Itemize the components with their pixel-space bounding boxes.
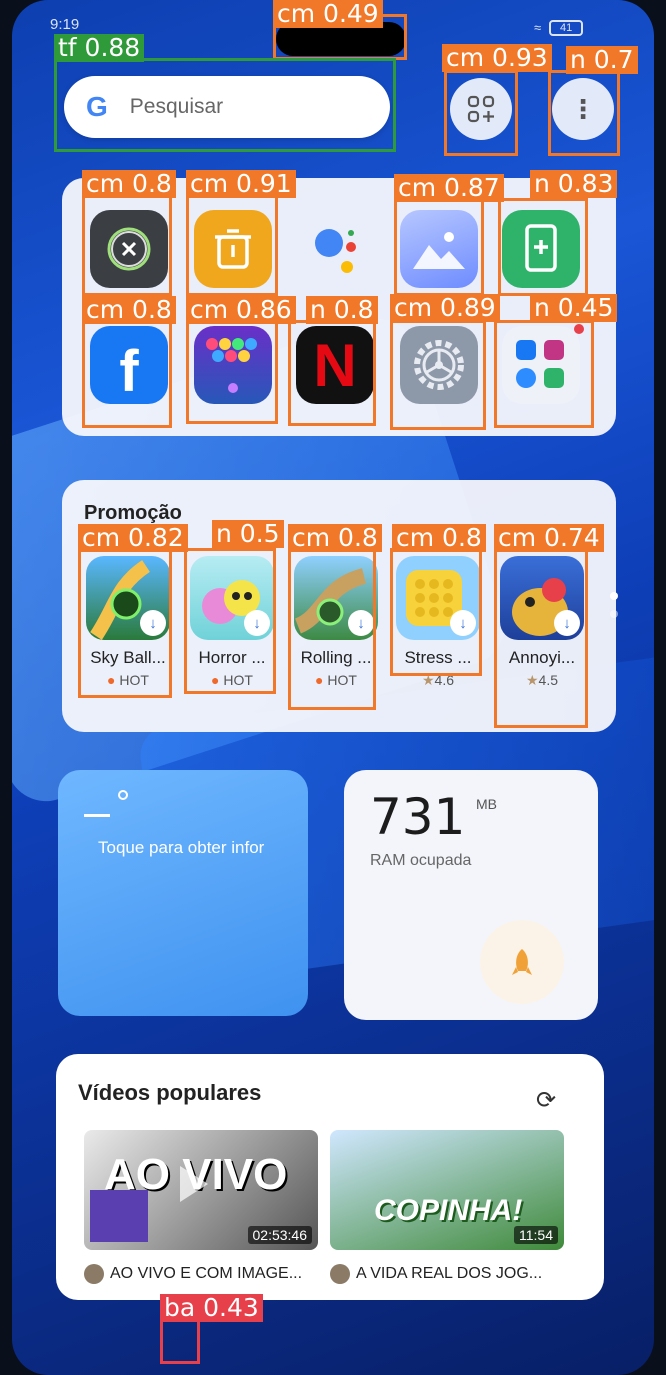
gear-icon <box>414 340 464 390</box>
weather-widget[interactable]: Toque para obter infor <box>58 770 308 1016</box>
promo-item-name: Horror ... <box>198 648 266 667</box>
promo-item-sub: ● HOT <box>315 672 357 688</box>
ram-unit: MB <box>476 796 497 812</box>
star-icon: ★ <box>525 672 539 688</box>
download-icon[interactable]: ↓ <box>244 610 270 636</box>
videos-title: Vídeos populares <box>78 1080 262 1105</box>
app-bubble-shooter[interactable] <box>194 326 272 404</box>
folder-icon <box>516 340 564 388</box>
image-icon <box>413 232 465 269</box>
annoying-icon: ↓ <box>500 556 584 640</box>
phone-plus-icon <box>525 224 557 272</box>
channel-avatar <box>330 1264 350 1284</box>
video-caption[interactable]: AO VIVO E COM IMAGE... <box>84 1264 302 1284</box>
boost-button[interactable] <box>480 920 564 1004</box>
battery-icon: 41 <box>549 20 584 36</box>
google-icon: G <box>86 91 108 122</box>
bubbles-icon <box>206 338 257 393</box>
app-social-folder[interactable] <box>502 324 584 404</box>
download-icon[interactable]: ↓ <box>450 610 476 636</box>
rolling-icon: ↓ <box>294 556 378 640</box>
fire-icon: ● <box>107 672 116 688</box>
status-time: 9:19 <box>50 16 80 33</box>
promo-item[interactable]: ↓ Horror ... ● HOT <box>190 556 274 688</box>
facebook-icon: f <box>119 338 139 404</box>
channel-logo <box>90 1190 148 1242</box>
app-trash[interactable] <box>194 210 272 288</box>
notification-dot-icon <box>574 324 584 334</box>
degree-icon <box>118 790 128 800</box>
assistant-icon <box>315 229 356 273</box>
video-duration: 02:53:46 <box>247 1226 312 1244</box>
ram-value: 731 <box>370 788 466 846</box>
page-indicator-dot <box>610 610 618 618</box>
wifi-icon: ≈ <box>534 20 542 35</box>
thumbnail-text: COPINHA! <box>374 1194 523 1227</box>
dash-icon <box>84 814 110 817</box>
promo-item-sub: ★4.5 <box>525 672 559 688</box>
promo-item[interactable]: ↓ Annoyi... ★4.5 <box>500 556 584 689</box>
promo-item-sub: ● HOT <box>107 672 149 688</box>
promo-item[interactable]: ↓ Stress ... ★4.6 <box>396 556 480 689</box>
channel-avatar <box>84 1264 104 1284</box>
promo-item-name: Sky Ball... <box>90 648 166 667</box>
play-icon <box>180 1166 208 1202</box>
star-icon: ★ <box>421 672 435 688</box>
trash-icon <box>215 229 251 269</box>
promo-item-name: Rolling ... <box>300 648 372 667</box>
app-settings[interactable] <box>400 326 478 404</box>
promo-item-name: Stress ... <box>404 648 472 667</box>
app-google-assistant[interactable] <box>296 210 374 288</box>
fire-icon: ● <box>211 672 220 688</box>
fire-icon: ● <box>315 672 324 688</box>
video-duration: 11:54 <box>514 1226 558 1244</box>
ram-widget[interactable]: 731 MB RAM ocupada <box>344 770 598 1020</box>
more-options-button[interactable]: ⋮ <box>552 78 614 140</box>
add-widget-button[interactable] <box>450 78 512 140</box>
search-placeholder: Pesquisar <box>129 95 224 118</box>
download-icon[interactable]: ↓ <box>140 610 166 636</box>
app-netflix[interactable]: N <box>296 326 374 404</box>
video-thumbnail[interactable]: COPINHA! 11:54 <box>330 1130 564 1250</box>
app-facebook[interactable]: f <box>90 326 168 404</box>
more-vertical-icon: ⋮ <box>570 94 596 124</box>
promo-item-sub: ● HOT <box>211 672 253 688</box>
promo-item-name: Annoyi... <box>508 648 576 667</box>
app-cleaner[interactable] <box>90 210 168 288</box>
status-icons: ≈ 41 <box>534 20 584 36</box>
promo-item-sub: ★4.6 <box>421 672 455 688</box>
promo-item[interactable]: ↓ Sky Ball... ● HOT <box>86 556 170 688</box>
sky-ball-icon: ↓ <box>86 556 170 640</box>
close-circle-icon <box>107 227 151 271</box>
download-icon[interactable]: ↓ <box>554 610 580 636</box>
app-gallery[interactable] <box>400 210 478 288</box>
ram-label: RAM ocupada <box>370 852 472 869</box>
horror-icon: ↓ <box>190 556 274 640</box>
netflix-icon: N <box>313 331 357 399</box>
stress-icon: ↓ <box>396 556 480 640</box>
camera-notch <box>276 22 406 56</box>
video-caption[interactable]: A VIDA REAL DOS JOG... <box>330 1264 542 1284</box>
refresh-icon[interactable]: ⟳ <box>536 1086 556 1115</box>
rocket-icon <box>512 949 532 975</box>
weather-hint: Toque para obter infor <box>98 838 265 857</box>
promo-item[interactable]: ↓ Rolling ... ● HOT <box>294 556 378 688</box>
grid-plus-icon <box>467 95 495 123</box>
app-phone-manager[interactable] <box>502 210 580 288</box>
promo-title: Promoção <box>84 502 182 524</box>
page-indicator-dot <box>610 592 618 600</box>
search-bar[interactable]: G Pesquisar <box>64 76 390 138</box>
download-icon[interactable]: ↓ <box>348 610 374 636</box>
video-thumbnail[interactable]: AO VIVO 02:53:46 <box>84 1130 318 1250</box>
home-screen: 9:19 ≈ 41 G Pesquisar ⋮ f N Promoção ↓ S… <box>12 0 654 1375</box>
